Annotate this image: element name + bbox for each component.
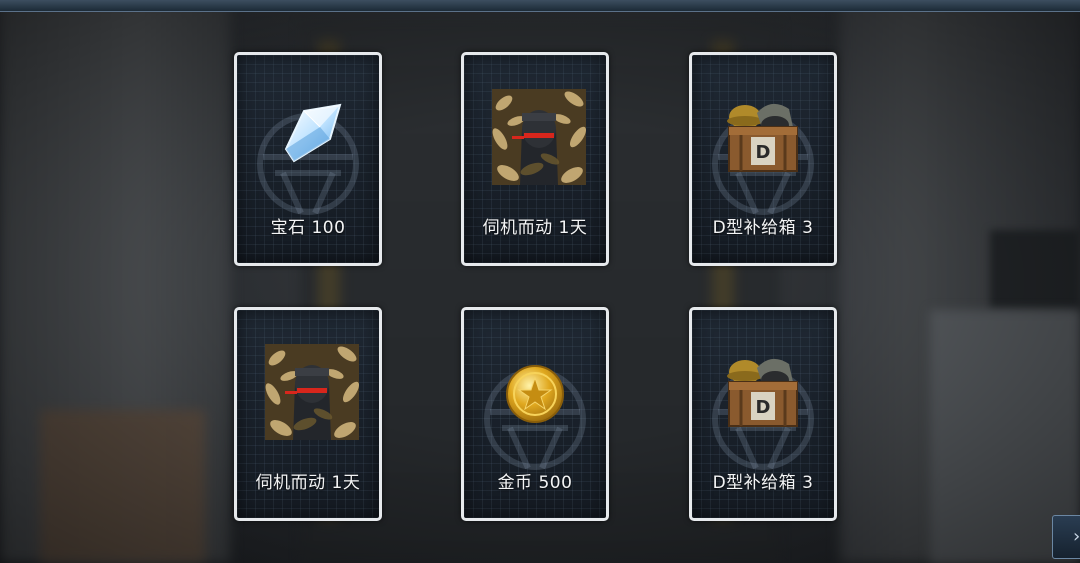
supply-crate-icon: D (727, 103, 798, 172)
reward-label: 伺机而动 1天 (255, 473, 361, 493)
reward-card-supply-crate[interactable]: D D型补给箱 3 (689, 52, 837, 266)
svg-text:D: D (756, 142, 771, 163)
svg-text:D: D (756, 397, 771, 418)
reward-label: D型补给箱 3 (712, 473, 814, 493)
reward-label: 伺机而动 1天 (482, 218, 588, 238)
chevron-right-icon: › (1073, 526, 1080, 547)
reward-card-gems[interactable]: 宝石 100 (234, 52, 382, 266)
gold-coin-icon (506, 365, 564, 423)
portrait-icon (492, 89, 586, 185)
reward-card-supply-crate[interactable]: D D型补给箱 3 (689, 307, 837, 521)
gem-icon (284, 103, 342, 163)
next-button[interactable]: › (1052, 515, 1080, 559)
reward-card-portrait[interactable]: 伺机而动 1天 (234, 307, 382, 521)
supply-crate-icon: D (727, 358, 798, 427)
reward-card-portrait[interactable]: 伺机而动 1天 (461, 52, 609, 266)
portrait-icon (265, 344, 359, 440)
reward-label: 宝石 100 (270, 218, 346, 238)
reward-label: 金币 500 (497, 473, 573, 493)
top-bar (0, 0, 1080, 12)
reward-label: D型补给箱 3 (712, 218, 814, 238)
reward-card-gold[interactable]: 金币 500 (461, 307, 609, 521)
